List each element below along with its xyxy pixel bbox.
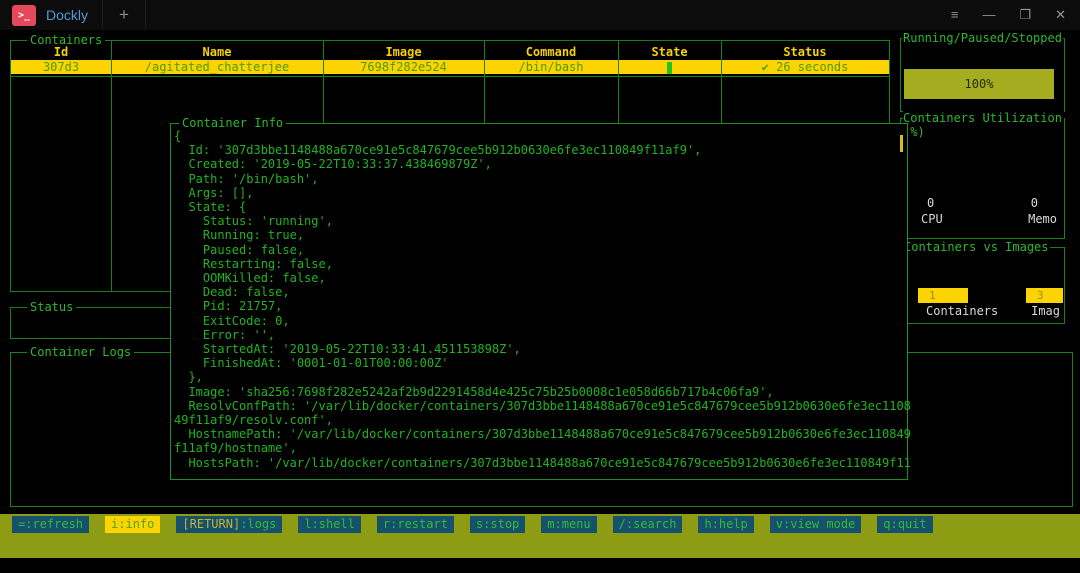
cmd-logs-button[interactable]: [RETURN]:logs (176, 516, 282, 533)
info-line: HostsPath: '/var/lib/docker/containers/3… (174, 456, 899, 470)
utilization-labels: CPU Memo (901, 212, 1064, 226)
column-header-state: State (618, 45, 721, 59)
column-header-status: Status (721, 45, 889, 59)
info-line: 49f11af9/resolv.conf', (174, 413, 899, 427)
cell-id: 307d3 (11, 60, 111, 74)
info-line: HostnamePath: '/var/lib/docker/container… (174, 427, 899, 441)
info-line: Dead: false, (174, 285, 899, 299)
cmd-search-button[interactable]: /:search (613, 516, 683, 533)
utilization-panel: Containers Utilization (%) 0 0 CPU Memo (900, 118, 1065, 239)
info-line: Path: '/bin/bash', (174, 172, 899, 186)
cmd-accent-key: [RETURN] (182, 517, 240, 531)
info-line: }, (174, 370, 899, 384)
cmd-quit-button[interactable]: q:quit (877, 516, 932, 533)
info-line: StartedAt: '2019-05-22T10:33:41.45115389… (174, 342, 899, 356)
column-header-image: Image (323, 45, 484, 59)
cell-image: 7698f282e524 (323, 60, 484, 74)
titlebar: >_ Dockly + ≡ — ❐ ✕ (0, 0, 1080, 30)
rps-panel-title: Running/Paused/Stopped (902, 31, 1063, 45)
memory-value: 0 (1031, 196, 1038, 210)
info-line: f11af9/hostname', (174, 441, 899, 455)
info-line: Created: '2019-05-22T10:33:37.438469879Z… (174, 157, 899, 171)
maximize-icon[interactable]: ❐ (1019, 7, 1031, 23)
cell-command: /bin/bash (484, 60, 618, 74)
tab-title: Dockly (46, 7, 88, 23)
info-line: Status: 'running', (174, 214, 899, 228)
cmd-shell-button[interactable]: l:shell (298, 516, 361, 533)
cmd-help-button[interactable]: h:help (698, 516, 753, 533)
bottom-strip (0, 558, 1080, 573)
info-line: Error: '', (174, 328, 899, 342)
cmd-info-button[interactable]: i:info (105, 516, 160, 533)
images-count-bar: 3 (1026, 288, 1063, 303)
containers-vs-images-panel: Containers vs Images 1 3 Containers Imag (900, 247, 1065, 324)
dockly-app: >_ Dockly + ≡ — ❐ ✕ Containers IdNameIma… (0, 0, 1080, 573)
window-controls: ≡ — ❐ ✕ (951, 7, 1080, 23)
container-row-selected[interactable]: 307d3/agitated_chatterjee7698f282e524/bi… (11, 60, 889, 74)
cmd-restart-button[interactable]: r:restart (377, 516, 454, 533)
containers-count-bar: 1 (918, 288, 968, 303)
info-line: FinishedAt: '0001-01-01T00:00:00Z' (174, 356, 899, 370)
row-separator (11, 76, 889, 77)
images-bar-label: Imag (1031, 304, 1060, 318)
cmd-menu-button[interactable]: m:menu (541, 516, 596, 533)
cell-name: /agitated_chatterjee (111, 60, 323, 74)
terminal-icon: >_ (12, 5, 36, 26)
running-paused-stopped-panel: Running/Paused/Stopped 100% (900, 38, 1065, 112)
minimize-icon[interactable]: — (982, 7, 995, 23)
info-line: Image: 'sha256:7698f282e5242af2b9d229145… (174, 385, 899, 399)
info-line: Id: '307d3bbe1148488a670ce91e5c847679cee… (174, 143, 899, 157)
info-line: Args: [], (174, 186, 899, 200)
status-panel-title: Status (27, 300, 76, 314)
container-info-popup: Container Info { Id: '307d3bbe1148488a67… (170, 123, 908, 480)
info-line: ResolvConfPath: '/var/lib/docker/contain… (174, 399, 899, 413)
info-line: Pid: 21757, (174, 299, 899, 313)
containers-table-header: IdNameImageCommandStateStatus (11, 45, 889, 59)
state-running-indicator (667, 62, 672, 74)
cpu-label: CPU (921, 212, 943, 226)
tab-dockly[interactable]: >_ Dockly (0, 0, 103, 30)
container-info-title: Container Info (179, 116, 286, 130)
cpu-value: 0 (927, 196, 934, 210)
column-separator (111, 41, 112, 291)
memory-label: Memo (1028, 212, 1057, 226)
cmd-view-mode-button[interactable]: v:view mode (770, 516, 861, 533)
info-line: Paused: false, (174, 243, 899, 257)
info-line: State: { (174, 200, 899, 214)
utilization-values: 0 0 (901, 196, 1064, 210)
menu-icon[interactable]: ≡ (951, 7, 959, 23)
container-info-json: { Id: '307d3bbe1148488a670ce91e5c847679c… (174, 129, 899, 470)
cmd-refresh-button[interactable]: =:refresh (12, 516, 89, 533)
new-tab-button[interactable]: + (103, 0, 146, 30)
rps-gauge-bar: 100% (904, 69, 1054, 99)
info-line: { (174, 129, 899, 143)
info-line: Restarting: false, (174, 257, 899, 271)
info-line: ExitCode: 0, (174, 314, 899, 328)
info-line: OOMKilled: false, (174, 271, 899, 285)
cmd-stop-button[interactable]: s:stop (470, 516, 525, 533)
cell-status: ✔ 26 seconds (721, 60, 889, 74)
container-logs-panel-title: Container Logs (27, 345, 134, 359)
column-header-id: Id (11, 45, 111, 59)
column-header-command: Command (484, 45, 618, 59)
utilization-panel-title: Containers Utilization (%) (903, 111, 1064, 139)
close-icon[interactable]: ✕ (1055, 7, 1066, 23)
cell-state (618, 60, 721, 74)
cvi-panel-title: Containers vs Images (903, 240, 1050, 254)
column-header-name: Name (111, 45, 323, 59)
command-bar: =:refresh i:info [RETURN]:logs l:shell r:res… (0, 514, 1080, 558)
scrollbar-thumb[interactable] (900, 135, 903, 152)
containers-bar-label: Containers (926, 304, 998, 318)
info-line: Running: true, (174, 228, 899, 242)
